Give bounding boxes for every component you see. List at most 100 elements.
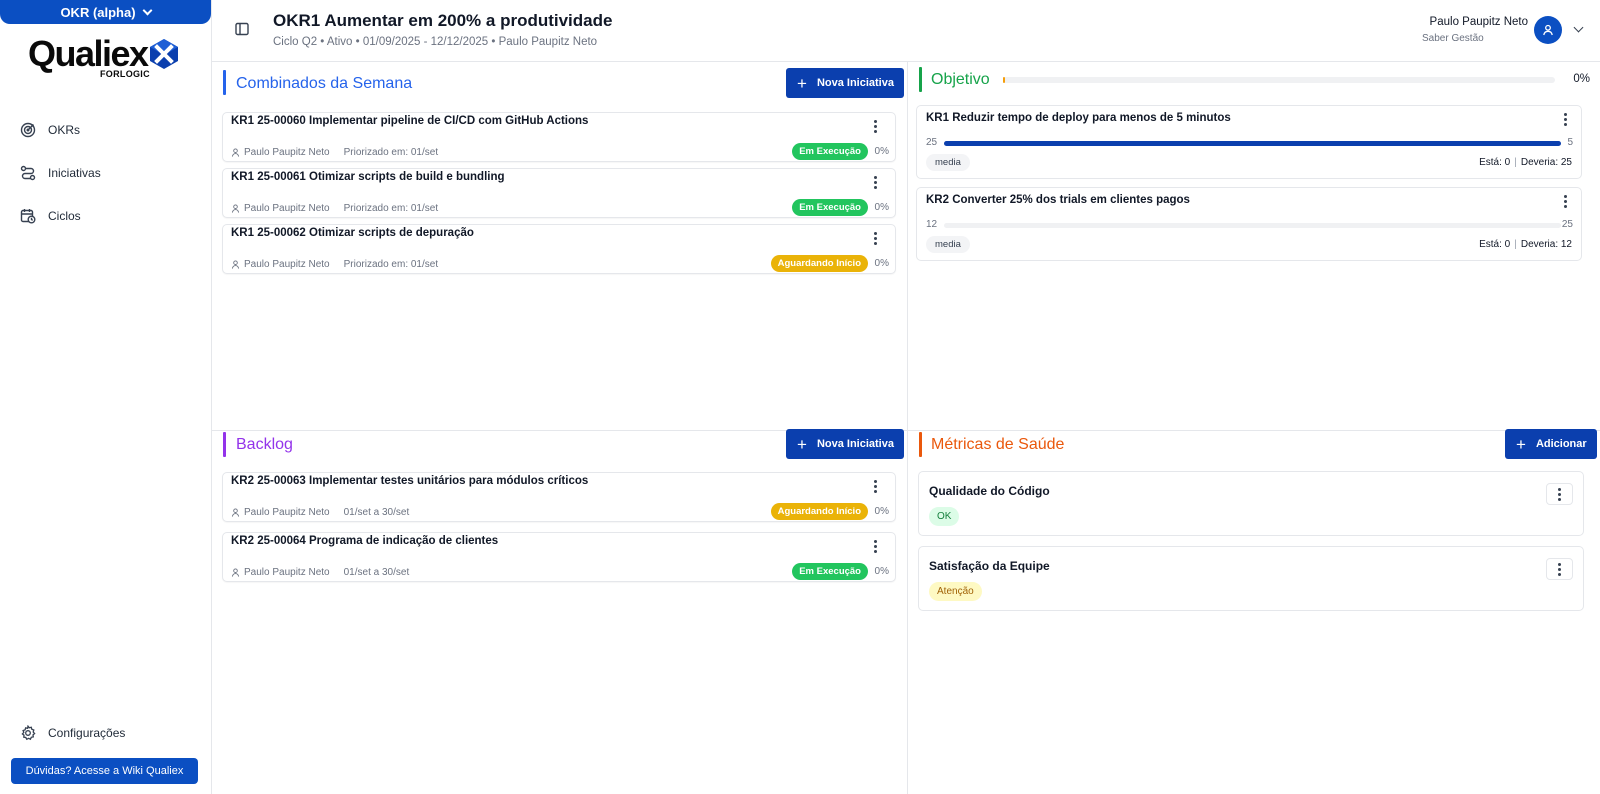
initiative-date: Priorizado em: 01/set [343, 203, 439, 214]
logo-mark-icon [150, 39, 178, 69]
health-metric-title: Qualidade do Código [929, 484, 1050, 498]
initiative-card[interactable]: KR2 25-00064 Programa de indicação de cl… [222, 532, 896, 582]
wiki-help-button[interactable]: Dúvidas? Acesse a Wiki Qualiex [11, 758, 198, 784]
initiative-progress: 0% [874, 146, 889, 157]
user-menu-chevron-icon[interactable] [1573, 22, 1584, 33]
initiative-card[interactable]: KR1 25-00060 Implementar pipeline de CI/… [222, 112, 896, 162]
panel-objetivo: Objetivo 0% KR1 Reduzir tempo de deploy … [908, 62, 1600, 431]
initiative-title: KR2 25-00063 Implementar testes unitário… [231, 475, 589, 487]
health-metric-card[interactable]: Satisfação da Equipe Atenção [918, 546, 1584, 611]
panel-accent-bar [919, 432, 922, 457]
initiative-date: 01/set a 30/set [343, 567, 410, 578]
more-options-icon[interactable] [868, 230, 882, 246]
initiative-date: Priorizado em: 01/set [343, 147, 439, 158]
more-options-icon[interactable] [868, 174, 882, 190]
status-badge: Em Execução [792, 199, 868, 216]
nav-item-label: Configurações [48, 726, 126, 740]
logo-subtitle: FORLOGIC [100, 69, 150, 79]
initiative-card[interactable]: KR1 25-00062 Otimizar scripts de depuraç… [222, 224, 896, 274]
page-subtitle: Ciclo Q2 • Ativo • 01/09/2025 - 12/12/20… [273, 36, 598, 48]
initiative-progress: 0% [874, 566, 889, 577]
initiative-meta: Paulo Paupitz Neto Priorizado em: 01/set [231, 203, 438, 214]
initiative-card[interactable]: KR2 25-00063 Implementar testes unitário… [222, 472, 896, 522]
kr-expected: Deveria: 25 [1520, 157, 1572, 168]
more-options-icon[interactable] [1558, 111, 1572, 127]
more-options-icon[interactable] [868, 478, 882, 494]
user-name: Paulo Paupitz Neto [1429, 16, 1528, 28]
kr-stats: Está: 0 | Deveria: 25 [1479, 157, 1572, 168]
kr-start-value: 25 [926, 137, 938, 148]
initiative-meta: Paulo Paupitz Neto Priorizado em: 01/set [231, 147, 438, 158]
button-label: Nova Iniciativa [816, 438, 894, 450]
kr-progress-bar [944, 141, 1561, 146]
nav-item-label: Ciclos [48, 209, 81, 223]
more-options-icon[interactable] [1546, 558, 1573, 580]
kr-current: Está: 0 [1479, 157, 1511, 168]
more-options-icon[interactable] [868, 538, 882, 554]
user-icon [231, 204, 240, 213]
kr-tag: media [926, 154, 970, 171]
avatar[interactable] [1534, 16, 1562, 44]
kr-card[interactable]: KR1 Reduzir tempo de deploy para menos d… [916, 105, 1582, 179]
kr-title: KR1 Reduzir tempo de deploy para menos d… [926, 112, 1231, 124]
health-metric-card[interactable]: Qualidade do Código OK [918, 471, 1584, 536]
nova-iniciativa-button[interactable]: + Nova Iniciativa [786, 68, 904, 98]
button-label: Nova Iniciativa [816, 77, 894, 89]
plus-icon: + [797, 434, 807, 454]
page-title: OKR1 Aumentar em 200% a produtividade [273, 11, 613, 30]
panel-combinados: Combinados da Semana + Nova Iniciativa K… [212, 62, 908, 431]
user-icon [231, 508, 240, 517]
initiative-card[interactable]: KR1 25-00061 Otimizar scripts de build e… [222, 168, 896, 218]
kr-tag: media [926, 236, 970, 253]
initiative-date: Priorizado em: 01/set [343, 259, 439, 270]
page-header: OKR1 Aumentar em 200% a produtividade Ci… [212, 0, 1600, 62]
panel-metricas: Métricas de Saúde + Adicionar Qualidade … [908, 429, 1600, 794]
nova-iniciativa-button[interactable]: + Nova Iniciativa [786, 429, 904, 459]
objective-progress-fill [1003, 77, 1005, 83]
kr-progress-bar [944, 223, 1561, 228]
user-organization: Saber Gestão [1422, 33, 1484, 44]
panel-title: Backlog [236, 436, 293, 453]
nav-item-label: Iniciativas [48, 166, 101, 180]
nav-item-configuracoes[interactable]: Configurações [20, 722, 125, 744]
health-status-badge: OK [929, 507, 960, 526]
kr-progress-fill [944, 141, 1561, 146]
more-options-icon[interactable] [1558, 193, 1572, 209]
kr-target-value: 25 [1561, 219, 1573, 230]
user-icon [231, 260, 240, 269]
objective-progress-bar [1003, 77, 1555, 83]
sidebar-toggle-icon[interactable] [235, 22, 249, 36]
initiative-progress: 0% [874, 258, 889, 269]
initiative-meta: Paulo Paupitz Neto 01/set a 30/set [231, 507, 409, 518]
adicionar-button[interactable]: + Adicionar [1505, 429, 1597, 459]
plus-icon: + [797, 73, 807, 93]
initiative-owner: Paulo Paupitz Neto [244, 567, 330, 578]
kr-card[interactable]: KR2 Converter 25% dos trials em clientes… [916, 187, 1582, 261]
route-icon [20, 165, 36, 181]
app-switcher[interactable]: OKR (alpha) [0, 0, 211, 24]
initiative-date: 01/set a 30/set [343, 507, 410, 518]
more-options-icon[interactable] [868, 118, 882, 134]
logo-wordmark: Qualiex [28, 33, 149, 74]
initiative-owner: Paulo Paupitz Neto [244, 203, 330, 214]
separator: | [1514, 157, 1517, 168]
kr-expected: Deveria: 12 [1520, 239, 1572, 250]
health-status-badge: Atenção [929, 582, 982, 601]
panel-backlog: Backlog + Nova Iniciativa KR2 25-00063 I… [212, 429, 908, 794]
user-icon [1543, 24, 1553, 36]
calendar-clock-icon [20, 209, 36, 224]
nav-item-ciclos[interactable]: Ciclos [20, 205, 81, 227]
chevron-down-icon [142, 5, 153, 15]
nav-item-iniciativas[interactable]: Iniciativas [20, 162, 101, 184]
qualiex-logo: Qualiex FORLOGIC [28, 36, 183, 80]
status-badge: Aguardando Início [770, 255, 868, 272]
separator: | [1514, 239, 1517, 250]
status-badge: Em Execução [792, 143, 868, 160]
more-options-icon[interactable] [1546, 483, 1573, 505]
objective-progress-label: 0% [1573, 73, 1590, 85]
button-label: Adicionar [1535, 438, 1587, 450]
nav-item-okrs[interactable]: OKRs [20, 119, 80, 141]
kr-start-value: 12 [926, 219, 938, 230]
health-metric-title: Satisfação da Equipe [929, 559, 1050, 573]
sidebar: OKR (alpha) Qualiex FORLOGIC OKRs Inicia… [0, 0, 212, 794]
